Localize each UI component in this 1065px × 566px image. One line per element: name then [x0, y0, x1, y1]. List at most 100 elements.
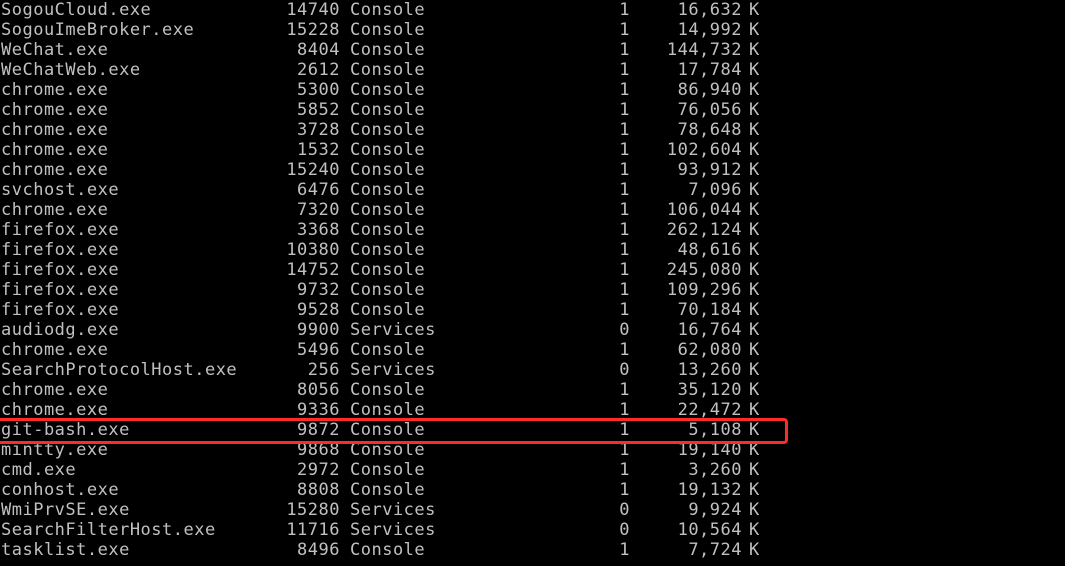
session-name: Console — [350, 540, 426, 560]
mem-unit: K — [749, 40, 760, 60]
session-name: Console — [350, 280, 426, 300]
process-row: SogouCloud.exe 14740 Console 1 16,632 K — [0, 0, 1065, 20]
session-name: Console — [350, 300, 426, 320]
session-name: Console — [350, 460, 426, 480]
process-row: chrome.exe 9336 Console 1 22,472 K — [0, 400, 1065, 420]
session-name: Console — [350, 140, 426, 160]
mem-usage: 13,260 — [677, 360, 742, 380]
pid: 14752 — [286, 260, 340, 280]
mem-usage: 262,124 — [666, 220, 742, 240]
session-number: 1 — [619, 480, 630, 500]
session-name: Console — [350, 340, 426, 360]
session-name: Console — [350, 200, 426, 220]
session-number: 0 — [619, 360, 630, 380]
process-row: WmiPrvSE.exe 15280 Services 0 9,924 K — [0, 500, 1065, 520]
session-name: Console — [350, 120, 426, 140]
mem-usage: 106,044 — [666, 200, 742, 220]
image-name: chrome.exe — [1, 340, 109, 360]
pid: 2612 — [297, 60, 340, 80]
session-name: Console — [350, 440, 426, 460]
process-row: SogouImeBroker.exe 15228 Console 1 14,992 K — [0, 20, 1065, 40]
mem-usage: 102,604 — [666, 140, 742, 160]
mem-usage: 16,764 — [677, 320, 742, 340]
pid: 15240 — [286, 160, 340, 180]
mem-usage: 14,992 — [677, 20, 742, 40]
mem-usage: 93,912 — [677, 160, 742, 180]
mem-unit: K — [749, 440, 760, 460]
image-name: firefox.exe — [1, 280, 120, 300]
mem-unit: K — [749, 420, 760, 440]
session-number: 1 — [619, 200, 630, 220]
mem-unit: K — [749, 480, 760, 500]
mem-unit: K — [749, 0, 760, 20]
process-row: chrome.exe 3728 Console 1 78,648 K — [0, 120, 1065, 140]
image-name: firefox.exe — [1, 260, 120, 280]
pid: 8808 — [297, 480, 340, 500]
pid: 10380 — [286, 240, 340, 260]
process-row: firefox.exe 9528 Console 1 70,184 K — [0, 300, 1065, 320]
mem-unit: K — [749, 280, 760, 300]
image-name: chrome.exe — [1, 100, 109, 120]
session-number: 0 — [619, 500, 630, 520]
mem-unit: K — [749, 80, 760, 100]
session-number: 1 — [619, 100, 630, 120]
session-name: Services — [350, 320, 436, 340]
session-number: 0 — [619, 520, 630, 540]
image-name: git-bash.exe — [1, 420, 130, 440]
image-name: SearchFilterHost.exe — [1, 520, 216, 540]
process-row: firefox.exe 14752 Console 1 245,080 K — [0, 260, 1065, 280]
pid: 2972 — [297, 460, 340, 480]
mem-usage: 76,056 — [677, 100, 742, 120]
mem-unit: K — [749, 340, 760, 360]
session-name: Console — [350, 380, 426, 400]
session-number: 1 — [619, 340, 630, 360]
session-name: Console — [350, 60, 426, 80]
mem-usage: 7,096 — [688, 180, 742, 200]
console-window[interactable]: SogouCloud.exe 14740 Console 1 16,632 K SogouI… — [0, 0, 1065, 566]
mem-unit: K — [749, 520, 760, 540]
mem-unit: K — [749, 360, 760, 380]
pid: 3368 — [297, 220, 340, 240]
process-row: mintty.exe 9868 Console 1 19,140 K — [0, 440, 1065, 460]
mem-unit: K — [749, 300, 760, 320]
process-row: chrome.exe 5496 Console 1 62,080 K — [0, 340, 1065, 360]
process-row: SearchProtocolHost.exe 256 Services 0 13,260… — [0, 360, 1065, 380]
process-row: chrome.exe 1532 Console 1 102,604 K — [0, 140, 1065, 160]
pid: 5496 — [297, 340, 340, 360]
session-number: 1 — [619, 80, 630, 100]
session-name: Console — [350, 40, 426, 60]
session-number: 1 — [619, 160, 630, 180]
pid: 8056 — [297, 380, 340, 400]
mem-unit: K — [749, 140, 760, 160]
mem-usage: 7,724 — [688, 540, 742, 560]
session-number: 1 — [619, 40, 630, 60]
image-name: chrome.exe — [1, 200, 109, 220]
mem-usage: 3,260 — [688, 460, 742, 480]
image-name: chrome.exe — [1, 400, 109, 420]
pid: 3728 — [297, 120, 340, 140]
image-name: WeChat.exe — [1, 40, 109, 60]
image-name: WeChatWeb.exe — [1, 60, 141, 80]
session-name: Console — [350, 220, 426, 240]
pid: 8496 — [297, 540, 340, 560]
mem-unit: K — [749, 180, 760, 200]
session-number: 1 — [619, 260, 630, 280]
image-name: SogouImeBroker.exe — [1, 20, 195, 40]
mem-unit: K — [749, 200, 760, 220]
pid: 1532 — [297, 140, 340, 160]
pid: 14740 — [286, 0, 340, 20]
session-name: Console — [350, 480, 426, 500]
session-name: Console — [350, 180, 426, 200]
session-number: 1 — [619, 240, 630, 260]
mem-unit: K — [749, 120, 760, 140]
session-name: Console — [350, 240, 426, 260]
image-name: chrome.exe — [1, 140, 109, 160]
mem-usage: 9,924 — [688, 500, 742, 520]
session-number: 1 — [619, 60, 630, 80]
session-name: Console — [350, 160, 426, 180]
mem-usage: 10,564 — [677, 520, 742, 540]
image-name: chrome.exe — [1, 160, 109, 180]
session-number: 1 — [619, 120, 630, 140]
process-row: chrome.exe 5300 Console 1 86,940 K — [0, 80, 1065, 100]
mem-unit: K — [749, 240, 760, 260]
